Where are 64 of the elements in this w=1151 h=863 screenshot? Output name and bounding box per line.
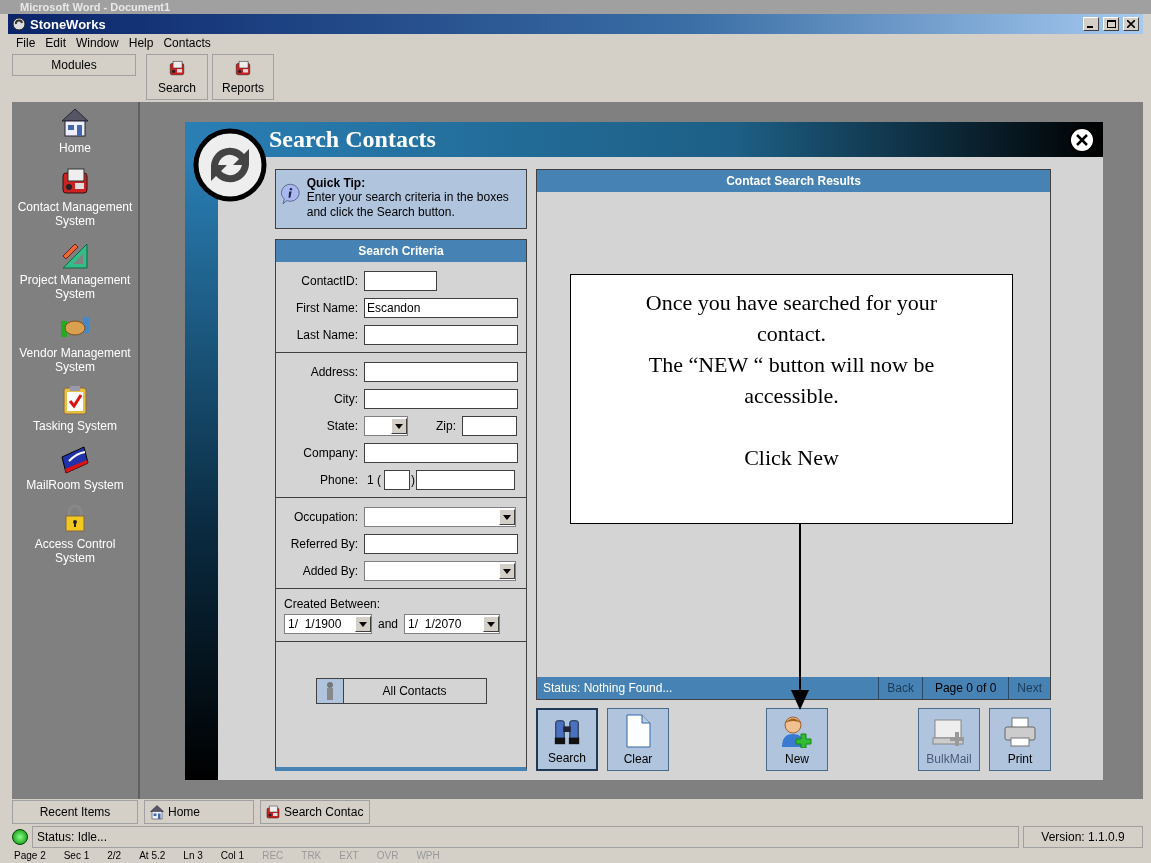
menu-item[interactable]: Contacts [159, 36, 215, 50]
window-title: StoneWorks [30, 16, 107, 32]
date-picker[interactable]: 1/ 1/1900 [284, 614, 372, 634]
field-label: Last Name: [295, 328, 359, 342]
menu-item[interactable]: Edit [41, 36, 71, 50]
word-status-item: At 5.2 [139, 849, 166, 863]
sidebar-item[interactable]: Tasking System [13, 384, 137, 433]
version-text: Version: 1.1.0.9 [1023, 826, 1143, 848]
sidebar-item[interactable]: Vendor Management System [13, 311, 137, 374]
date-picker[interactable]: 1/ 1/2070 [404, 614, 501, 634]
word-mode-item: TRK [301, 849, 322, 863]
action-button[interactable]: Search [536, 708, 599, 771]
sidebar-item[interactable]: Project Management System [13, 238, 137, 301]
menu-item[interactable]: File [12, 36, 40, 50]
field-label: Referred By: [289, 537, 359, 551]
field-label: Phone: [318, 473, 359, 487]
word-mode-item: OVR [376, 849, 399, 863]
word-status-item: 2/2 [107, 849, 122, 863]
recent-tab[interactable]: Search Contac [260, 800, 370, 824]
phone-separator: ) [410, 473, 416, 487]
tip-title: Quick Tip: [306, 176, 367, 190]
status-text: Status: Idle... [32, 826, 1019, 848]
sidebar-item[interactable]: Home [13, 106, 137, 155]
field-label: ContactID: [300, 274, 359, 288]
field-label: Created Between: [284, 597, 382, 611]
panel-header: Search Criteria [276, 240, 526, 262]
action-button[interactable]: Print [989, 708, 1052, 771]
toolbar-button[interactable]: Reports [212, 54, 274, 100]
toolbar-button[interactable]: Search [146, 54, 208, 100]
field-label: Added By: [301, 564, 359, 578]
tip-text: Enter your search criteria in the boxes and click the Search button. [306, 190, 510, 220]
all-contacts-button[interactable]: All Contacts [315, 678, 487, 704]
sidebar-item[interactable]: Contact Management System [13, 165, 137, 228]
recent-items-header: Recent Items [12, 800, 138, 824]
results-status: Status: Nothing Found... [542, 680, 674, 697]
recent-tab[interactable]: Home [144, 800, 254, 824]
word-status-item: Sec 1 [63, 849, 90, 863]
panel-header: Contact Search Results [537, 170, 1050, 192]
callout-note: Once you have searched for your contact. The “NEW “ button will now be accessible. Click New [570, 274, 1013, 524]
word-status-item: Col 1 [220, 849, 245, 863]
field-label: Zip: [435, 419, 457, 433]
word-mode-item: REC [262, 849, 284, 863]
field-label: State: [325, 419, 359, 433]
field-label: Company: [302, 446, 359, 460]
sidebar-item[interactable]: MailRoom System [13, 443, 137, 492]
word-mode-item: EXT [339, 849, 359, 863]
field-label: First Name: [295, 301, 359, 315]
dialog-title: Search Contacts [269, 126, 437, 153]
menu-item[interactable]: Window [72, 36, 123, 50]
field-label: City: [333, 392, 359, 406]
modules-header: Modules [12, 54, 136, 76]
action-button[interactable]: New [766, 708, 829, 771]
action-button[interactable]: Clear [607, 708, 670, 771]
field-label: Occupation: [292, 510, 359, 524]
phone-prefix: 1 ( [366, 473, 382, 487]
menu-item[interactable]: Help [124, 36, 158, 50]
input-field[interactable]: Escandon [364, 298, 518, 318]
word-status-item: Page 2 [14, 849, 46, 863]
word-mode-item: WPH [416, 849, 440, 863]
field-label: and [377, 617, 400, 631]
field-label: Address: [309, 365, 359, 379]
background-window-title: Microsoft Word - Document1 [0, 0, 1151, 14]
word-status-item: Ln 3 [183, 849, 203, 863]
sidebar-item[interactable]: Access Control System [13, 502, 137, 565]
